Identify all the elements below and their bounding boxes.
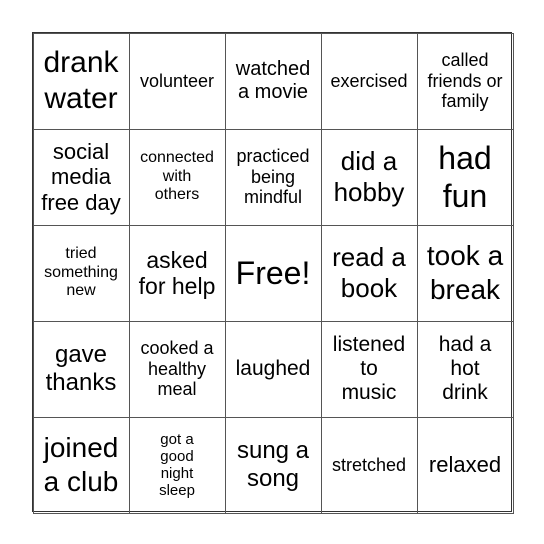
bingo-cell[interactable]: did a hobby [320, 128, 418, 226]
bingo-cell[interactable]: laughed [224, 320, 322, 418]
bingo-cell[interactable]: relaxed [416, 416, 514, 514]
bingo-cell[interactable]: called friends or family [416, 32, 514, 130]
bingo-cell[interactable]: volunteer [128, 32, 226, 130]
bingo-grid: drank water volunteer watched a movie exerc… [32, 32, 514, 514]
bingo-cell[interactable]: social media free day [32, 128, 130, 226]
bingo-cell[interactable]: practiced being mindful [224, 128, 322, 226]
bingo-cell[interactable]: sung a song [224, 416, 322, 514]
bingo-cell[interactable]: listened to music [320, 320, 418, 418]
bingo-cell[interactable]: read a book [320, 224, 418, 322]
bingo-cell[interactable]: joined a club [32, 416, 130, 514]
bingo-cell[interactable]: had fun [416, 128, 514, 226]
bingo-cell[interactable]: tried something new [32, 224, 130, 322]
bingo-cell[interactable]: had a hot drink [416, 320, 514, 418]
bingo-cell[interactable]: got a good night sleep [128, 416, 226, 514]
bingo-cell[interactable]: cooked a healthy meal [128, 320, 226, 418]
bingo-cell[interactable]: exercised [320, 32, 418, 130]
free-space-cell[interactable]: Free! [224, 224, 322, 322]
bingo-cell[interactable]: drank water [32, 32, 130, 130]
bingo-cell[interactable]: asked for help [128, 224, 226, 322]
bingo-cell[interactable]: stretched [320, 416, 418, 514]
bingo-cell[interactable]: took a break [416, 224, 514, 322]
bingo-cell[interactable]: watched a movie [224, 32, 322, 130]
bingo-cell[interactable]: gave thanks [32, 320, 130, 418]
bingo-cell[interactable]: connected with others [128, 128, 226, 226]
